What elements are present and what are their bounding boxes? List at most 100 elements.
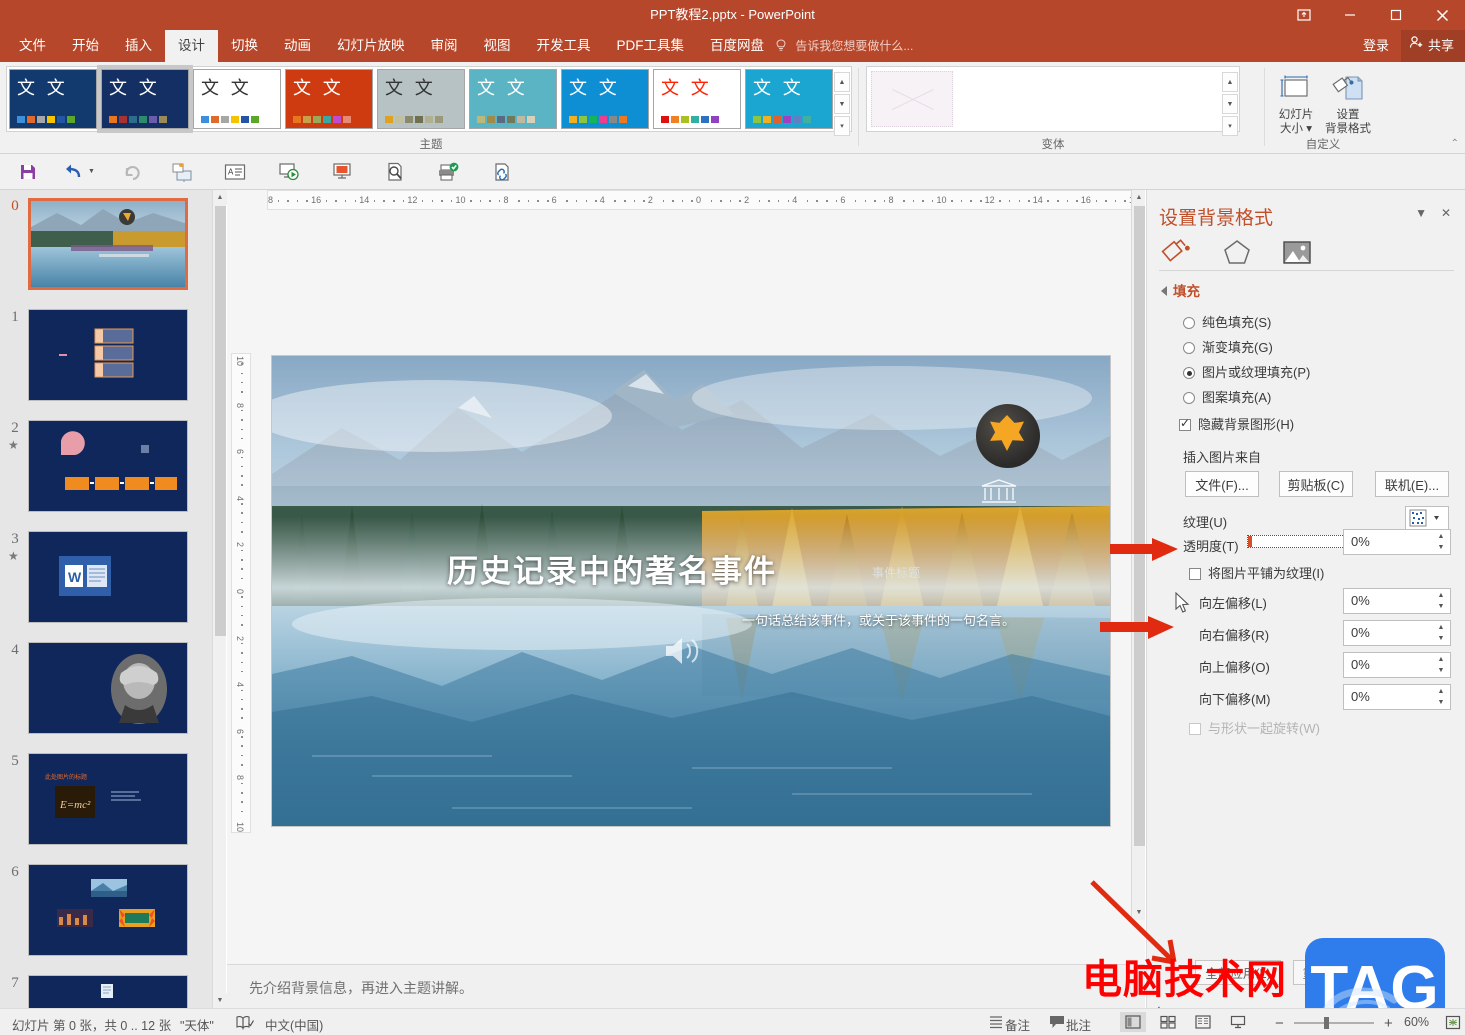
ribbon-tab-5[interactable]: 动画 (271, 30, 324, 62)
scroll-thumb[interactable] (1134, 206, 1145, 846)
spinner-up-icon[interactable]: ▲ (1435, 686, 1447, 696)
ribbon-tab-7[interactable]: 审阅 (418, 30, 471, 62)
theme-thumbnail-8[interactable]: 文 文 (745, 69, 833, 129)
theme-thumbnail-4[interactable]: 文 文 (377, 69, 465, 129)
zoom-slider-handle[interactable] (1324, 1017, 1329, 1029)
slide-thumbnail-preview[interactable]: W (28, 531, 188, 623)
offset-left-spinner[interactable]: 0% ▲ ▼ (1343, 588, 1451, 614)
fill-option-solid[interactable]: 纯色填充(S) (1183, 312, 1271, 331)
slide-thumbnail-item[interactable]: 3 ★ W (0, 531, 212, 641)
scroll-up-icon[interactable]: ▲ (834, 72, 850, 92)
minimize-icon[interactable] (1327, 0, 1373, 30)
spellcheck-icon[interactable] (234, 1013, 256, 1031)
comments-icon[interactable] (1046, 1013, 1068, 1031)
ribbon-display-options-icon[interactable] (1281, 0, 1327, 30)
sign-in-button[interactable]: 登录 (1351, 30, 1401, 62)
theme-thumbnail-2[interactable]: 文 文 (193, 69, 281, 129)
share-button[interactable]: 共享 (1400, 30, 1465, 62)
scroll-down-icon[interactable]: ▼ (834, 94, 850, 114)
zoom-slider[interactable] (1294, 1022, 1374, 1024)
insert-from-clipboard-button[interactable]: 剪贴板(C) (1279, 471, 1353, 497)
theme-thumbnail-0[interactable]: 文 文 (9, 69, 97, 129)
horizontal-ruler[interactable]: 18161412108642024681012141618 (267, 190, 1135, 210)
fill-section-heading[interactable]: 填充 (1173, 280, 1200, 300)
slide-title[interactable]: 历史记录中的著名事件 (447, 546, 777, 591)
slide-thumbnail-preview[interactable] (28, 642, 188, 734)
slide-thumbnail-preview[interactable] (28, 309, 188, 401)
variant-item[interactable] (871, 71, 953, 127)
transparency-spinner[interactable]: 0% ▲ ▼ (1343, 529, 1451, 555)
variants-gallery[interactable]: ▲ ▼ ▾ (866, 66, 1240, 136)
slider-handle[interactable] (1248, 536, 1252, 547)
variants-gallery-scrollbar[interactable]: ▲ ▼ ▾ (1222, 72, 1238, 136)
slide-thumbnail-item[interactable]: 4 (0, 642, 212, 752)
ribbon-tab-8[interactable]: 视图 (471, 30, 524, 62)
spinner-up-icon[interactable]: ▲ (1435, 622, 1447, 632)
ribbon-tab-11[interactable]: 百度网盘 (697, 30, 777, 62)
spinner-up-icon[interactable]: ▲ (1435, 590, 1447, 600)
vertical-ruler[interactable]: 10 8 6 4 2 0 2 4 6 8 10 (231, 353, 251, 833)
slideshow-icon[interactable] (1225, 1012, 1251, 1032)
slide-subtitle[interactable]: 一句话总结该事件，或关于该事件的一句名言。 (742, 610, 1015, 629)
slide-thumbnail-item[interactable]: 6 (0, 864, 212, 974)
ribbon-tab-2[interactable]: 插入 (112, 30, 165, 62)
thumbnail-pane-scrollbar[interactable]: ▲ ▼ (212, 190, 227, 1008)
notes-toggle-icon[interactable] (985, 1013, 1007, 1031)
theme-thumbnail-5[interactable]: 文 文 (469, 69, 557, 129)
fit-to-window-icon[interactable] (1442, 1013, 1464, 1031)
text-box-icon[interactable]: A (221, 159, 249, 185)
slide-thumbnail-item[interactable]: 2 ★ (0, 420, 212, 530)
themes-gallery[interactable]: 文 文 文 文 文 文 文 文 文 文 文 文 文 文 文 文 文 文 ▲ ▼ ▾ (6, 65, 852, 136)
slide-canvas[interactable]: 历史记录中的著名事件 事件标题 一句话总结该事件，或关于该事件的一句名言。 (272, 356, 1110, 826)
restore-icon[interactable] (1373, 0, 1419, 30)
custom-slideshow-icon[interactable] (328, 159, 356, 185)
language-status[interactable]: 中文(中国) (265, 1015, 323, 1034)
slide-thumbnail-preview[interactable] (28, 198, 188, 290)
slide-thumbnail-preview[interactable] (28, 975, 188, 1008)
offset-bottom-spinner[interactable]: 0% ▲ ▼ (1343, 684, 1451, 710)
slide-sorter-icon[interactable] (1155, 1012, 1181, 1032)
scroll-down-icon[interactable]: ▼ (1222, 94, 1238, 114)
zoom-level-label[interactable]: 60% (1404, 1015, 1429, 1029)
more-variants-icon[interactable]: ▾ (1222, 116, 1238, 136)
fill-option-pattern[interactable]: 图案填充(A) (1183, 387, 1271, 406)
slide-thumbnail-preview[interactable] (28, 864, 188, 956)
slide-thumbnail-preview[interactable] (28, 420, 188, 512)
from-beginning-icon[interactable] (275, 159, 303, 185)
fill-option-gradient[interactable]: 渐变填充(G) (1183, 337, 1273, 356)
ribbon-tab-4[interactable]: 切换 (218, 30, 271, 62)
close-icon[interactable]: ✕ (1441, 206, 1451, 220)
pane-options-chevron-icon[interactable]: ▼ (1415, 206, 1427, 220)
more-themes-icon[interactable]: ▾ (834, 116, 850, 136)
save-icon[interactable] (14, 159, 42, 185)
insert-online-button[interactable]: 联机(E)... (1375, 471, 1449, 497)
redo-icon[interactable] (118, 159, 146, 185)
undo-icon[interactable] (60, 159, 88, 185)
close-icon[interactable] (1419, 0, 1465, 30)
hyperlink-doc-icon[interactable] (488, 159, 516, 185)
audio-speaker-icon[interactable] (662, 634, 702, 673)
scroll-up-icon[interactable]: ▲ (1222, 72, 1238, 92)
ribbon-tab-3[interactable]: 设计 (165, 30, 218, 62)
comments-button[interactable]: 批注 (1066, 1015, 1091, 1034)
scroll-thumb[interactable] (215, 206, 226, 636)
spinner-up-icon[interactable]: ▲ (1435, 531, 1447, 541)
section-collapse-triangle-icon[interactable] (1161, 286, 1167, 296)
picture-icon[interactable] (1281, 238, 1315, 266)
pentagon-effects-icon[interactable] (1221, 238, 1255, 266)
offset-top-spinner[interactable]: 0% ▲ ▼ (1343, 652, 1451, 678)
zoom-out-button[interactable]: − (1275, 1015, 1284, 1032)
print-check-icon[interactable] (434, 159, 462, 185)
start-slideshow-icon[interactable] (168, 159, 196, 185)
ribbon-tab-0[interactable]: 文件 (6, 30, 59, 62)
spinner-down-icon[interactable]: ▼ (1435, 601, 1447, 611)
slide-thumbnail-item[interactable]: 1 (0, 309, 212, 419)
theme-thumbnail-1[interactable]: 文 文 (97, 65, 193, 133)
apply-to-all-button[interactable]: 全部应用(L) (1195, 960, 1281, 985)
theme-thumbnail-6[interactable]: 文 文 (561, 69, 649, 129)
preview-icon[interactable] (381, 159, 409, 185)
spinner-up-icon[interactable]: ▲ (1435, 654, 1447, 664)
slide-thumbnail-item[interactable]: 0 (0, 198, 212, 308)
slide-thumbnail-item[interactable]: 5 此处图片的标题 E=mc² (0, 753, 212, 863)
theme-thumbnail-7[interactable]: 文 文 (653, 69, 741, 129)
